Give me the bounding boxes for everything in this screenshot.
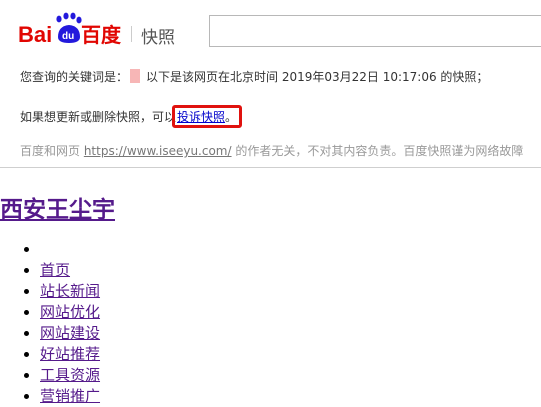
svg-text:百度: 百度 [81, 23, 122, 47]
report-snapshot-link[interactable]: 投诉快照 [177, 110, 225, 124]
keyword-notice: 您查询的关键词是： 以下是该网页在北京时间 2019年03月22日 10:17:0… [20, 68, 488, 85]
report-suffix: 。 [225, 110, 238, 124]
nav-list-item: 网站建设 [40, 323, 100, 344]
nav-item-home[interactable]: 首页 [40, 261, 70, 279]
baidu-logo[interactable]: Bai du 百度 [18, 12, 126, 48]
update-notice: 如果想更新或删除快照，可以投诉快照。 [20, 105, 243, 128]
nav-list-item: 工具资源 [40, 365, 100, 386]
header-divider [0, 167, 541, 168]
nav-item-news[interactable]: 站长新闻 [40, 282, 100, 300]
disclaimer-suffix: 的作者无关，不对其内容负责。百度快照谨为网络故障 [231, 144, 524, 158]
source-url-link[interactable]: https://www.iseeyu.com/ [84, 144, 232, 158]
report-highlight-box: 投诉快照。 [172, 105, 243, 128]
svg-text:du: du [62, 31, 74, 42]
disclaimer-prefix: 百度和网页 [20, 144, 84, 158]
nav-list-item: 网站优化 [40, 302, 100, 323]
nav-item-tools[interactable]: 工具资源 [40, 366, 100, 384]
snapshot-header: Bai du 百度 快照 [0, 0, 541, 62]
update-prompt: 如果想更新或删除快照，可以 [20, 110, 177, 124]
nav-item-web-building[interactable]: 网站建设 [40, 324, 100, 342]
site-title-link[interactable]: 西安王尘宇 [0, 190, 115, 224]
nav-list-item [40, 239, 100, 260]
search-input[interactable] [209, 15, 541, 47]
snapshot-label: 快照 [141, 28, 175, 48]
nav-list-item: 首页 [40, 260, 100, 281]
nav-list-item: 站长新闻 [40, 281, 100, 302]
nav-list-item: 营销推广 [40, 386, 100, 407]
logo-divider [131, 26, 132, 42]
keywords-label: 您查询的关键词是： [20, 70, 129, 84]
nav-item-marketing[interactable]: 营销推广 [40, 387, 100, 405]
nav-item-recommended[interactable]: 好站推荐 [40, 345, 100, 363]
keyword-highlight [130, 69, 141, 83]
site-nav-list: 首页站长新闻网站优化网站建设好站推荐工具资源营销推广 [0, 239, 100, 407]
svg-text:Bai: Bai [18, 22, 52, 47]
nav-list-item: 好站推荐 [40, 344, 100, 365]
nav-item-seo[interactable]: 网站优化 [40, 303, 100, 321]
snapshot-time-info: 以下是该网页在北京时间 2019年03月22日 10:17:06 的快照； [146, 70, 489, 84]
disclaimer: 百度和网页 https://www.iseeyu.com/ 的作者无关，不对其内… [20, 142, 523, 159]
